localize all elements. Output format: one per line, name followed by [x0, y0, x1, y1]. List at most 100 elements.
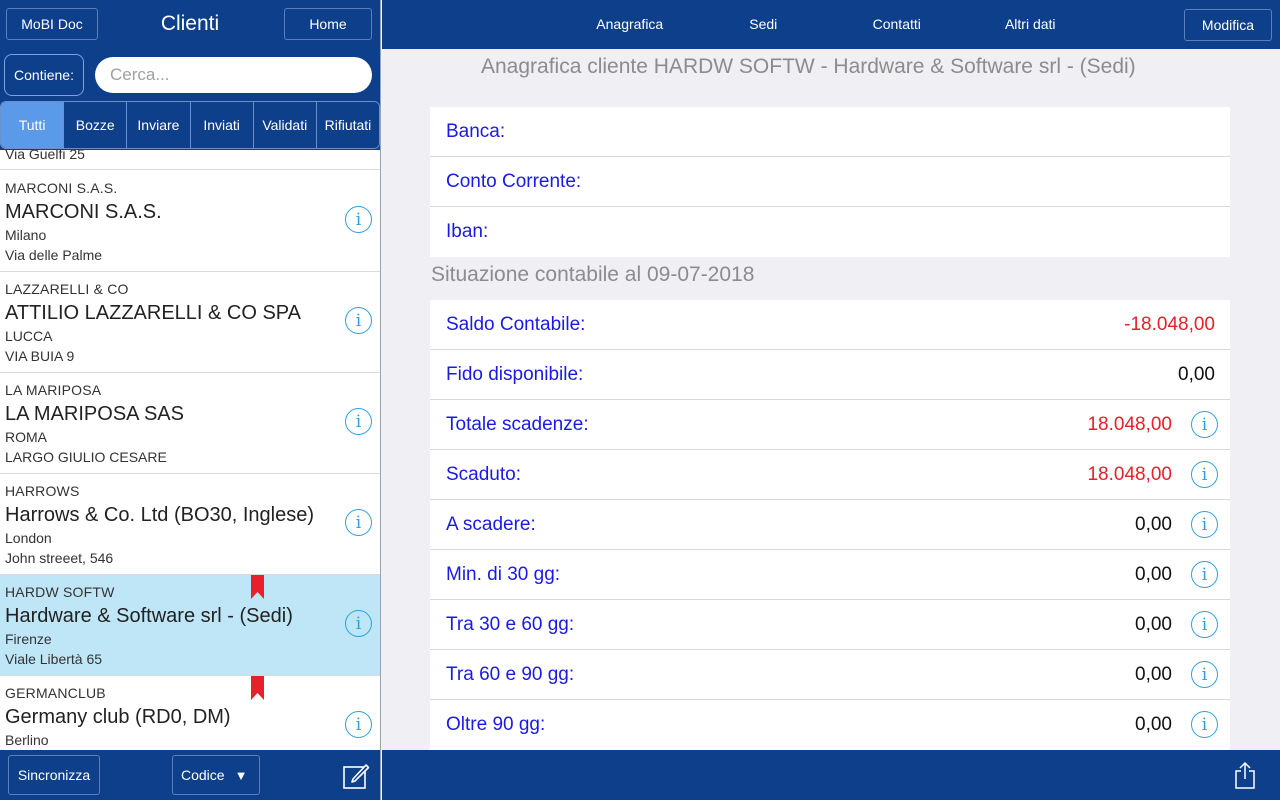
- share-icon[interactable]: [1234, 761, 1256, 789]
- client-code: LAZZARELLI & CO: [5, 281, 129, 297]
- detail-header: Anagrafica Sedi Contatti Altri dati Modific…: [382, 0, 1280, 49]
- accounting-row: Min. di 30 gg: 0,00 i: [430, 550, 1230, 600]
- dropdown-arrow-icon: ▼: [234, 767, 248, 783]
- tab-contatti[interactable]: Contatti: [830, 7, 964, 41]
- info-icon[interactable]: i: [345, 610, 372, 637]
- bank-field-row: Iban:: [430, 207, 1230, 257]
- client-city: Milano: [5, 227, 47, 243]
- filter-tab-validati[interactable]: Validati: [253, 102, 317, 148]
- client-code: MARCONI S.A.S.: [5, 180, 118, 196]
- field-value: -18.048,00: [1124, 314, 1215, 335]
- client-city: LUCCA: [5, 328, 53, 344]
- client-address: John streeet, 546: [5, 550, 114, 566]
- app-menu-button[interactable]: MoBI Doc: [6, 8, 98, 40]
- field-label: Banca:: [446, 121, 506, 142]
- bank-field-row: Conto Corrente:: [430, 157, 1230, 207]
- tab-sedi[interactable]: Sedi: [697, 7, 831, 41]
- search-mode-button[interactable]: Contiene:: [4, 54, 84, 96]
- field-value: 0,00: [1135, 564, 1172, 585]
- field-label: Tra 30 e 60 gg:: [446, 614, 575, 635]
- detail-body: Anagrafica cliente HARDW SOFTW - Hardwar…: [382, 49, 1280, 750]
- client-name: Germany club (RD0, DM): [5, 706, 231, 728]
- accounting-row: Fido disponibile: 0,00: [430, 350, 1230, 400]
- filter-tab-inviati[interactable]: Inviati: [190, 102, 254, 148]
- page-title: Anagrafica cliente HARDW SOFTW - Hardwar…: [481, 55, 1136, 78]
- info-icon[interactable]: i: [1191, 561, 1218, 588]
- list-item[interactable]: HARROWS Harrows & Co. Ltd (BO30, Inglese)…: [0, 474, 380, 575]
- field-label: Iban:: [446, 221, 489, 242]
- info-icon[interactable]: i: [345, 307, 372, 334]
- info-icon[interactable]: i: [1191, 661, 1218, 688]
- client-code: LA MARIPOSA: [5, 382, 102, 398]
- field-label: Fido disponibile:: [446, 364, 584, 385]
- list-item[interactable]: LAZZARELLI & CO ATTILIO LAZZARELLI & CO S…: [0, 272, 380, 373]
- accounting-row: Totale scadenze: 18.048,00 i: [430, 400, 1230, 450]
- list-item[interactable]: MARCONI S.A.S. MARCONI S.A.S. Milano Via de…: [0, 171, 380, 272]
- search-input[interactable]: [95, 57, 372, 93]
- field-label: Oltre 90 gg:: [446, 714, 546, 735]
- info-icon[interactable]: i: [1191, 461, 1218, 488]
- info-icon[interactable]: i: [345, 206, 372, 233]
- sort-label: Codice: [181, 767, 225, 783]
- accounting-card: Saldo Contabile: -18.048,00 Fido disponibi…: [430, 300, 1230, 750]
- bookmark-icon: [251, 575, 264, 599]
- tab-altri-dati[interactable]: Altri dati: [964, 7, 1098, 41]
- client-address: VIA BUIA 9: [5, 348, 75, 364]
- status-filter-bar: Tutti Bozze Inviare Inviati Validati Rifiutat…: [0, 101, 380, 149]
- field-label: Conto Corrente:: [446, 171, 582, 192]
- accounting-row: A scadere: 0,00 i: [430, 500, 1230, 550]
- bookmark-icon: [251, 676, 264, 700]
- field-label: Totale scadenze:: [446, 414, 589, 435]
- info-icon[interactable]: i: [1191, 711, 1218, 738]
- field-value: 18.048,00: [1087, 464, 1172, 485]
- list-item[interactable]: GERMANCLUB Germany club (RD0, DM) Berlino i: [0, 676, 380, 750]
- info-icon[interactable]: i: [1191, 411, 1218, 438]
- field-value: 0,00: [1135, 614, 1172, 635]
- list-item[interactable]: HARDW SOFTW Hardware & Software srl - (Se…: [0, 575, 380, 676]
- detail-tabs: Anagrafica Sedi Contatti Altri dati: [563, 7, 1097, 41]
- compose-icon[interactable]: [342, 762, 370, 790]
- bank-info-card: Banca: Conto Corrente: Iban:: [430, 107, 1230, 257]
- sort-dropdown[interactable]: Codice ▼: [172, 755, 260, 795]
- info-icon[interactable]: i: [345, 408, 372, 435]
- client-list[interactable]: Via Guelfi 25 MARCONI S.A.S. MARCONI S.A.…: [0, 150, 380, 750]
- filter-tab-inviare[interactable]: Inviare: [127, 102, 191, 148]
- field-label: Min. di 30 gg:: [446, 564, 561, 585]
- client-city: ROMA: [5, 429, 47, 445]
- field-value: 0,00: [1135, 664, 1172, 685]
- field-value: 0,00: [1135, 714, 1172, 735]
- client-code: GERMANCLUB: [5, 685, 106, 701]
- client-name: MARCONI S.A.S.: [5, 201, 162, 223]
- client-code: HARROWS: [5, 483, 80, 499]
- client-name: LA MARIPOSA SAS: [5, 403, 184, 425]
- accounting-row: Tra 60 e 90 gg: 0,00 i: [430, 650, 1230, 700]
- list-item[interactable]: LA MARIPOSA LA MARIPOSA SAS ROMA LARGO GIUL…: [0, 373, 380, 474]
- sync-button[interactable]: Sincronizza: [8, 755, 100, 795]
- info-icon[interactable]: i: [1191, 511, 1218, 538]
- filter-tab-rifiutati[interactable]: Rifiutati: [316, 102, 379, 148]
- pane-title: Clienti: [160, 12, 220, 35]
- filter-tab-bozze[interactable]: Bozze: [64, 102, 128, 148]
- detail-footer: [382, 750, 1280, 800]
- field-value: 0,00: [1178, 364, 1215, 385]
- accounting-row: Tra 30 e 60 gg: 0,00 i: [430, 600, 1230, 650]
- client-name: Hardware & Software srl - (Sedi): [5, 605, 293, 627]
- left-footer: Sincronizza Codice ▼: [0, 750, 380, 800]
- info-icon[interactable]: i: [1191, 611, 1218, 638]
- client-city: Firenze: [5, 631, 52, 647]
- bank-field-row: Banca:: [430, 107, 1230, 157]
- client-address: LARGO GIULIO CESARE: [5, 449, 167, 465]
- edit-button[interactable]: Modifica: [1184, 9, 1272, 41]
- field-label: Tra 60 e 90 gg:: [446, 664, 575, 685]
- home-button[interactable]: Home: [284, 8, 372, 40]
- field-label: Saldo Contabile:: [446, 314, 586, 335]
- info-icon[interactable]: i: [345, 509, 372, 536]
- list-item[interactable]: Via Guelfi 25: [0, 150, 380, 170]
- tab-anagrafica[interactable]: Anagrafica: [563, 7, 697, 41]
- accounting-row: Oltre 90 gg: 0,00 i: [430, 700, 1230, 750]
- accounting-row: Scaduto: 18.048,00 i: [430, 450, 1230, 500]
- field-label: A scadere:: [446, 514, 536, 535]
- info-icon[interactable]: i: [345, 711, 372, 738]
- accounting-row: Saldo Contabile: -18.048,00: [430, 300, 1230, 350]
- filter-tab-tutti[interactable]: Tutti: [1, 102, 65, 148]
